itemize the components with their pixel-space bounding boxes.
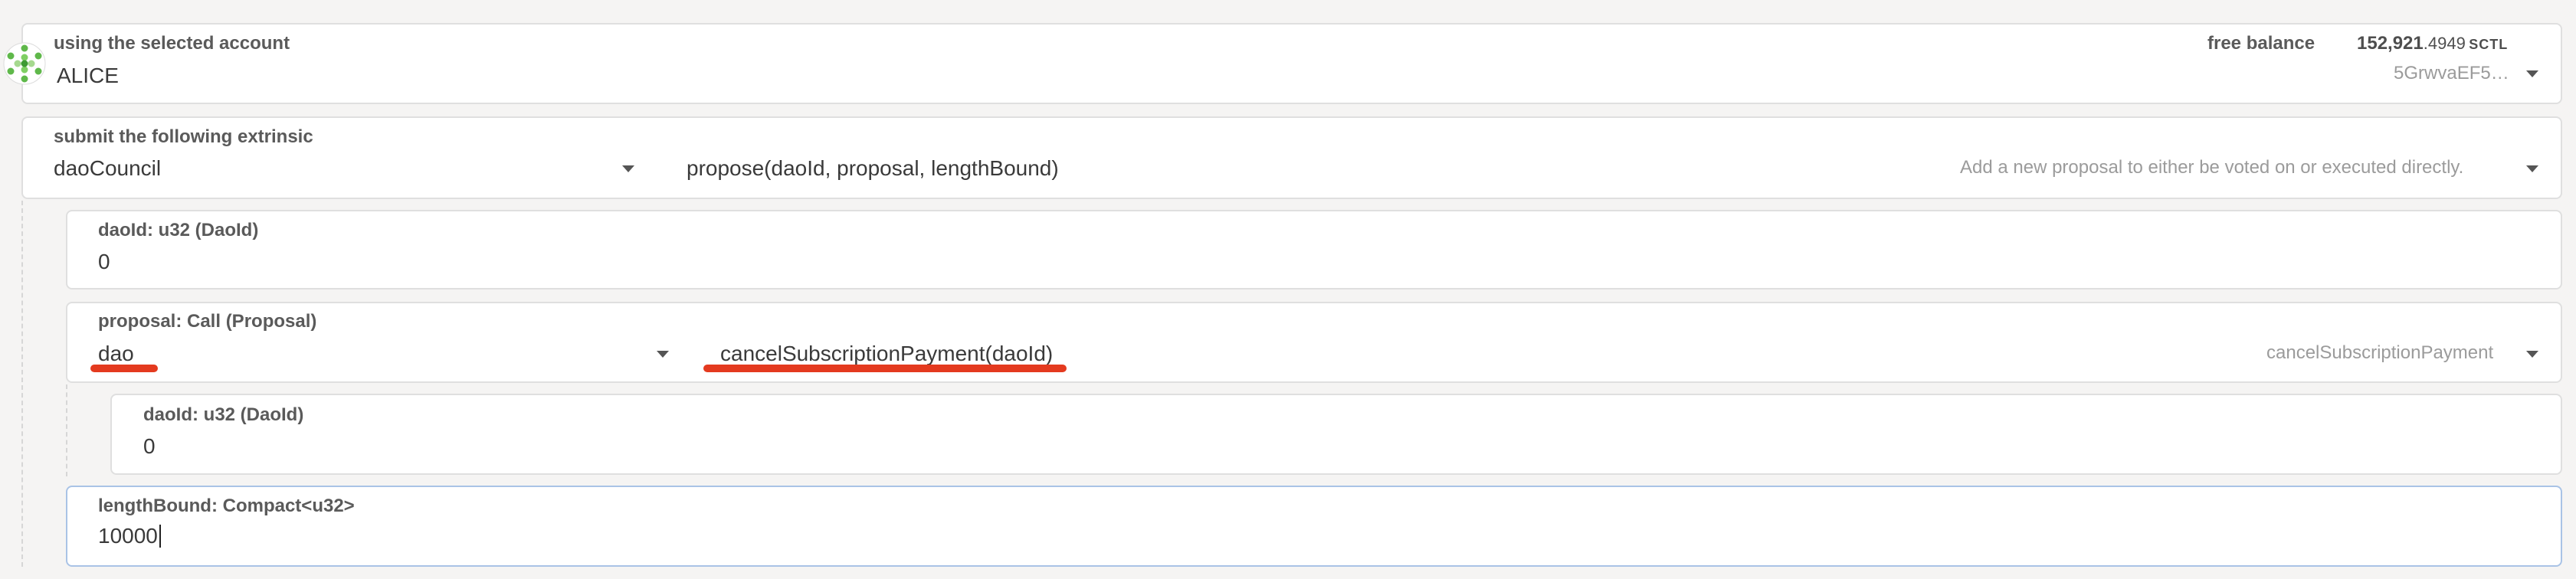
- balance-integer: 152,921: [2357, 33, 2424, 54]
- text-cursor: [159, 525, 161, 548]
- length-bound-input[interactable]: 10000: [98, 524, 158, 548]
- proposal-dao-id-label: daoId: u32 (DaoId): [143, 404, 304, 425]
- proposal-dao-id-param[interactable]: [110, 394, 2562, 475]
- length-bound-label: lengthBound: Compact<u32>: [98, 496, 355, 516]
- account-name: ALICE: [57, 64, 119, 87]
- proposal-dao-id-input[interactable]: 0: [143, 434, 156, 459]
- balance-decimals: .4949: [2423, 34, 2466, 53]
- account-selector[interactable]: [21, 23, 2562, 104]
- free-balance-value: 152,921.4949 SCTL: [2357, 33, 2508, 54]
- params-guide-line: [21, 201, 23, 567]
- proposal-section-dropdown-icon[interactable]: [657, 351, 669, 358]
- account-dropdown-icon[interactable]: [2526, 70, 2538, 77]
- account-address: 5GrwvaEF5…: [2394, 63, 2509, 83]
- extrinsic-description: Add a new proposal to either be voted on…: [1960, 157, 2464, 178]
- length-bound-param[interactable]: [66, 486, 2562, 567]
- extrinsic-label: submit the following extrinsic: [54, 126, 313, 147]
- section-dropdown-icon[interactable]: [622, 165, 634, 172]
- dao-id-input[interactable]: 0: [98, 250, 110, 274]
- proposal-method-annotation: [703, 365, 1067, 372]
- proposal-method-dropdown-icon[interactable]: [2526, 351, 2538, 358]
- proposal-guide-line: [66, 384, 67, 476]
- free-balance-label: free balance: [2207, 33, 2315, 54]
- proposal-section-annotation: [90, 365, 158, 372]
- proposal-param: [66, 302, 2562, 383]
- proposal-section-value[interactable]: dao: [98, 342, 134, 366]
- method-dropdown-icon[interactable]: [2526, 165, 2538, 172]
- extrinsic-section-value[interactable]: daoCouncil: [54, 156, 161, 181]
- proposal-method-hint: cancelSubscriptionPayment: [2266, 342, 2494, 363]
- length-bound-field[interactable]: 10000: [98, 524, 161, 548]
- dao-id-label: daoId: u32 (DaoId): [98, 220, 259, 240]
- proposal-label: proposal: Call (Proposal): [98, 311, 317, 332]
- dao-id-param[interactable]: [66, 210, 2562, 290]
- account-identicon-icon: [3, 42, 46, 85]
- proposal-method-value[interactable]: cancelSubscriptionPayment(daoId): [720, 342, 1053, 366]
- extrinsic-method-value[interactable]: propose(daoId, proposal, lengthBound): [687, 156, 1059, 181]
- balance-unit: SCTL: [2469, 37, 2509, 52]
- account-label: using the selected account: [54, 33, 290, 54]
